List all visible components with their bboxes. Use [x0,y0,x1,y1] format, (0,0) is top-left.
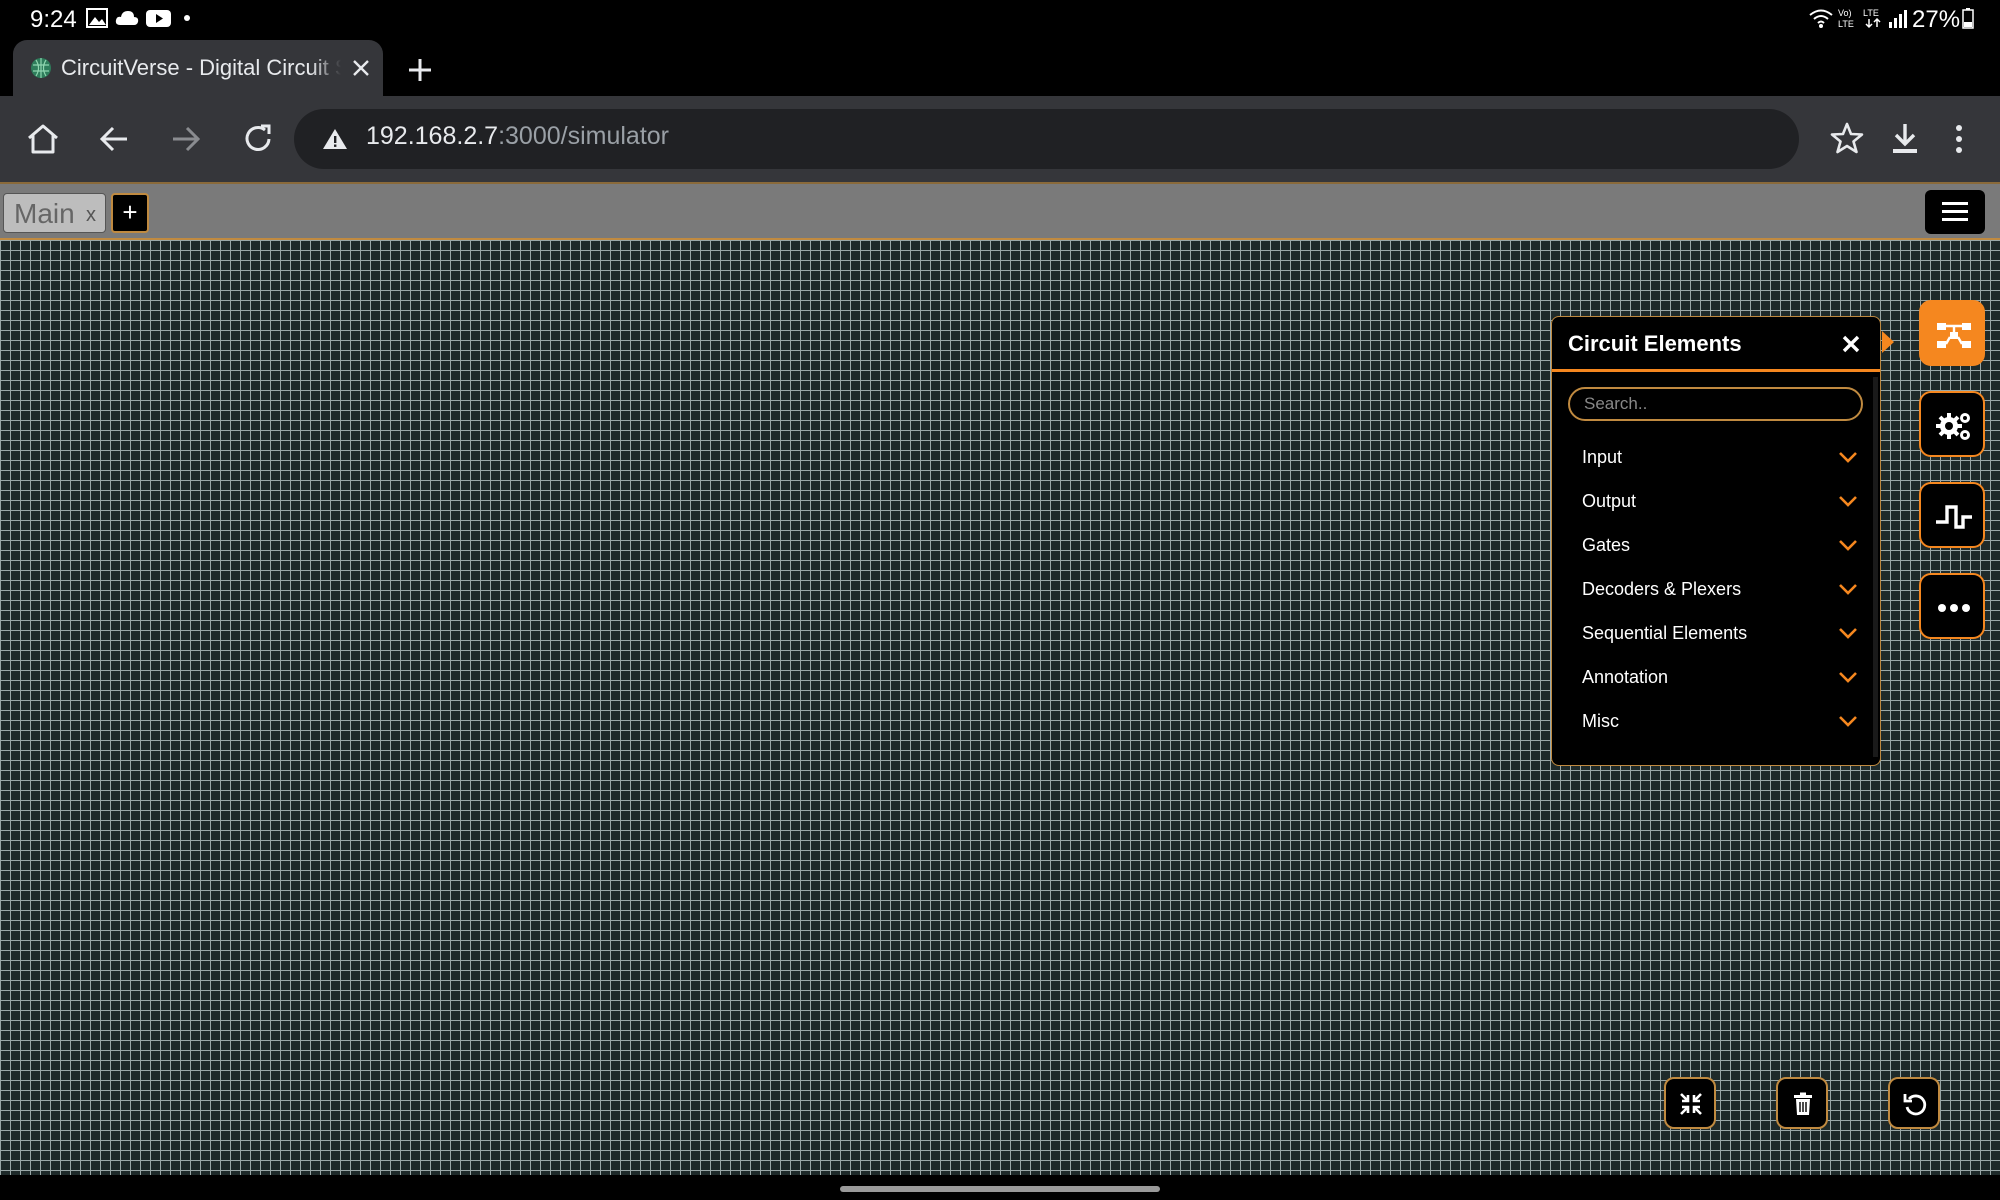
add-circuit-button[interactable]: + [111,193,149,233]
chevron-down-icon [1839,540,1857,551]
delete-button[interactable] [1776,1077,1828,1129]
battery-icon [1962,8,1974,29]
download-icon[interactable] [1886,120,1924,158]
circuitverse-favicon-icon [31,58,51,78]
chevron-down-icon [1839,452,1857,463]
settings-button[interactable] [1919,391,1985,457]
category-gates[interactable]: Gates [1568,525,1863,565]
circuit-tab-main[interactable]: Main x [3,193,106,233]
more-vertical-icon[interactable] [1947,120,1971,158]
url-host: 192.168.2.7 [366,122,499,150]
category-label: Misc [1582,711,1619,731]
category-sequential-elements[interactable]: Sequential Elements [1568,613,1863,653]
chevron-down-icon [1839,584,1857,595]
status-bar: 9:24 Vo) LTE LTE 27% [0,0,2000,38]
svg-text:LTE: LTE [1863,8,1879,18]
chevron-down-icon [1839,496,1857,507]
not-secure-warning-icon[interactable] [322,127,348,151]
close-tab-icon[interactable] [349,56,373,80]
category-label: Annotation [1582,667,1669,687]
category-misc[interactable]: Misc [1568,701,1863,741]
svg-text:Vo): Vo) [1838,8,1852,18]
circuit-tab-label: Main [14,198,75,229]
fit-screen-button[interactable] [1664,1077,1716,1129]
undo-button[interactable] [1888,1077,1940,1129]
browser-toolbar: 192.168.2.7:3000/simulator [0,96,2000,182]
category-label: Decoders & Plexers [1582,579,1742,599]
panel-title: Circuit Elements [1568,331,1742,356]
back-arrow-icon[interactable] [95,120,133,158]
new-tab-icon[interactable] [402,52,438,88]
cloud-icon [115,11,139,25]
more-options-button[interactable] [1919,573,1985,639]
category-label: Output [1582,491,1637,511]
volte-icon: Vo) LTE [1838,8,1854,29]
youtube-icon [146,10,171,27]
panel-pointer [1882,331,1894,353]
browser-tab-title: CircuitVerse - Digital Circuit Simulator [61,55,341,83]
url-path: :3000/simulator [498,122,670,150]
forward-arrow-icon[interactable] [167,120,205,158]
battery-percent: 27% [1912,6,1961,33]
wifi-icon [1809,9,1833,28]
timing-diagram-button[interactable] [1919,482,1985,548]
elements-search-input[interactable] [1568,387,1863,421]
status-time: 9:24 [30,6,77,33]
chevron-down-icon [1839,628,1857,639]
address-bar[interactable]: 192.168.2.7:3000/simulator [294,109,1864,169]
settings-gears-icon [1936,413,1970,440]
timing-diagram-icon [1936,505,1972,529]
circuit-tabs-bar: Main x + [0,182,2000,240]
circuit-tab-close-button[interactable]: x [86,204,96,227]
gesture-handle[interactable] [840,1186,1160,1192]
chevron-down-icon [1839,672,1857,683]
fit-screen-icon [1680,1093,1702,1115]
category-label: Sequential Elements [1582,623,1748,643]
category-label: Input [1582,447,1623,467]
url-text[interactable]: 192.168.2.7:3000/simulator [366,122,669,151]
reload-icon[interactable] [239,120,277,158]
circuit-elements-panel: Circuit Elements Input Output Gates Deco… [1551,316,1881,766]
category-output[interactable]: Output [1568,481,1863,521]
bookmark-star-icon[interactable] [1829,120,1865,156]
panel-scrollbar[interactable] [1873,377,1878,757]
image-icon [86,8,108,28]
chevron-down-icon [1839,716,1857,727]
more-icon [1938,604,1970,612]
category-decoders-plexers[interactable]: Decoders & Plexers [1568,569,1863,609]
lte-icon: LTE [1863,8,1881,29]
dot-icon [184,15,190,21]
category-label: Gates [1582,535,1631,555]
home-icon[interactable] [24,120,62,158]
close-panel-icon[interactable] [1840,333,1862,355]
browser-tab-strip: CircuitVerse - Digital Circuit Simulator [0,38,2000,96]
circuit-elements-button[interactable] [1919,300,1985,366]
panel-header: Circuit Elements [1552,317,1880,372]
category-annotation[interactable]: Annotation [1568,657,1863,697]
browser-tab[interactable]: CircuitVerse - Digital Circuit Simulator [13,40,383,96]
trash-icon [1794,1092,1812,1115]
category-input[interactable]: Input [1568,437,1863,477]
svg-text:LTE: LTE [1838,19,1854,29]
signal-icon [1889,10,1907,28]
circuit-elements-icon [1937,323,1971,348]
hamburger-menu-icon[interactable] [1925,190,1985,234]
undo-icon [1903,1094,1927,1116]
